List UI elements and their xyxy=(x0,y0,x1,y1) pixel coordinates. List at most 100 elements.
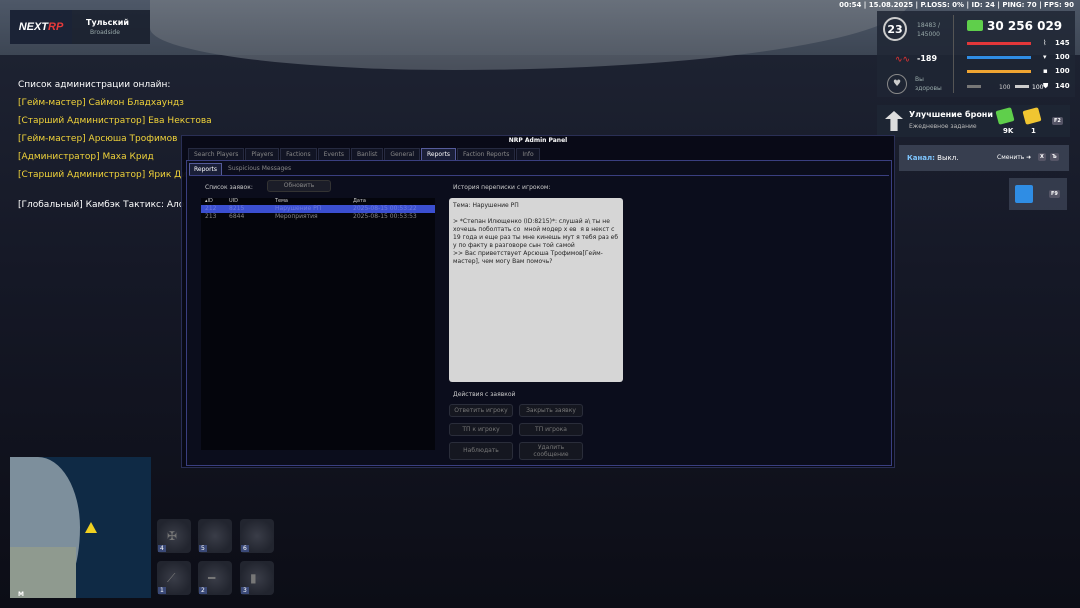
thirst-bar xyxy=(967,56,1031,59)
server-city: Тульский Broadside xyxy=(72,18,129,36)
slot-number: 1 xyxy=(158,587,166,594)
health-line-1: Вы xyxy=(915,76,924,83)
reports-table: ▴ID UID Тема Дата 212 8215 Нарушение РП … xyxy=(201,198,435,450)
upgrade-arrow-icon xyxy=(885,111,903,131)
player-hud: 23 18483 / 145000 30 256 029 ∿∿ -189 ♥ Вы… xyxy=(877,11,1075,97)
cell-id: 213 xyxy=(205,213,217,220)
tp-player-button[interactable]: ТП игрока xyxy=(519,423,583,436)
health-line-2: здоровы xyxy=(915,85,942,92)
money-reward-icon xyxy=(995,107,1015,125)
drink-icon: ▾ xyxy=(1043,53,1047,61)
money-reward: 9K xyxy=(1003,127,1014,135)
health-value: 145 xyxy=(1055,39,1070,47)
col-uid[interactable]: UID xyxy=(229,198,275,205)
admin-list-header: Список администрации онлайн: xyxy=(18,80,171,90)
admin-panel-window: NRP Admin Panel Search Players Players F… xyxy=(181,135,895,468)
reports-tab-content: Reports Suspicious Messages Список заяво… xyxy=(186,160,892,466)
admin-item: [Гейм-мастер] Саймон Бладхаундз xyxy=(18,98,184,108)
city-name: Тульский xyxy=(86,18,129,27)
tp-to-player-button[interactable]: ТП к игроку xyxy=(449,423,513,436)
inventory-slot[interactable]: ✠ 4 xyxy=(157,519,191,553)
hard-sign-key-hint: Ъ xyxy=(1050,153,1059,161)
server-logo: NEXT RP Тульский Broadside xyxy=(10,10,150,44)
pulse-icon: ⌇ xyxy=(1043,39,1047,47)
district-name: Broadside xyxy=(90,29,120,36)
inventory-slot[interactable]: ▮ 3 xyxy=(240,561,274,595)
cell-topic: Нарушение РП xyxy=(275,205,322,212)
admin-panel-title: NRP Admin Panel xyxy=(508,137,568,144)
slot-number: 3 xyxy=(241,587,249,594)
channel-value: Выкл. xyxy=(937,154,959,162)
channel-label: Канал: Выкл. xyxy=(907,154,958,162)
rifle-icon: ━ xyxy=(208,571,216,585)
health-status: Вы здоровы xyxy=(915,75,942,93)
inventory-slot[interactable]: ━ 2 xyxy=(198,561,232,595)
admin-item: [Старший Администратор] Ева Некстова xyxy=(18,116,212,126)
brand-a: NEXT xyxy=(18,21,49,33)
inventory-slot[interactable]: ⟋ 1 xyxy=(157,561,191,595)
heart-icon: ♥ xyxy=(887,74,907,94)
item-icon: ✠ xyxy=(167,529,178,543)
exp-value: 18483 / xyxy=(917,22,941,29)
health-bar xyxy=(967,42,1031,45)
cell-date: 2025-08-15 00:53:53 xyxy=(353,213,417,220)
x-key-hint: X xyxy=(1038,153,1046,161)
armor-quest-widget[interactable]: Улучшение брони Ежедневное задание 9K 1 … xyxy=(877,105,1070,137)
exp-total: 145000 xyxy=(917,31,940,38)
inventory-slot[interactable]: 5 xyxy=(198,519,232,553)
col-date[interactable]: Дата xyxy=(353,198,433,205)
channel-label-text: Канал: xyxy=(907,154,935,162)
level-badge: 23 xyxy=(883,17,907,41)
delete-message-button[interactable]: Удалить сообщение xyxy=(519,442,583,460)
armor-quest-subtitle: Ежедневное задание xyxy=(909,123,977,130)
close-report-button[interactable]: Закрыть заявку xyxy=(519,404,583,417)
reputation-icon: ∿∿ xyxy=(895,55,911,65)
f2-key-hint: F2 xyxy=(1052,117,1063,125)
reputation-value: -189 xyxy=(917,54,938,63)
cell-date: 2025-08-15 00:53:22 xyxy=(353,205,417,212)
cell-topic: Мероприятия xyxy=(275,213,318,220)
ammo-icon: ▮ xyxy=(250,571,257,585)
stamina-value: 100 xyxy=(999,84,1011,91)
exp-counter: 18483 / 145000 xyxy=(917,21,940,39)
brand-b: RP xyxy=(48,21,64,33)
armor-bar xyxy=(1015,85,1029,88)
inventory-slot[interactable]: 6 xyxy=(240,519,274,553)
reports-content: Список заявок: Обновить ▴ID UID Тема Дат… xyxy=(189,175,889,463)
thirst-value: 100 xyxy=(1055,53,1070,61)
answer-player-button[interactable]: Ответить игроку xyxy=(449,404,513,417)
f9-key-hint: F9 xyxy=(1049,190,1060,198)
spectate-button[interactable]: Наблюдать xyxy=(449,442,513,460)
shield-icon: ⛊ xyxy=(1043,82,1049,90)
history-label: История переписки с игроком: xyxy=(453,184,551,191)
channel-change-label: Сменить ➜ xyxy=(997,154,1032,161)
slot-number: 4 xyxy=(158,545,166,552)
actions-label: Действия с заявкой xyxy=(453,391,516,398)
food-bar xyxy=(967,70,1031,73)
hud-divider xyxy=(953,15,954,93)
cash-icon xyxy=(967,20,983,31)
cell-uid: 8215 xyxy=(229,205,245,212)
refresh-button[interactable]: Обновить xyxy=(267,180,331,192)
col-topic[interactable]: Тема xyxy=(275,198,353,205)
slot-number: 6 xyxy=(241,545,249,552)
stamina-bar xyxy=(967,85,981,88)
col-id[interactable]: ▴ID xyxy=(205,198,229,205)
armor-value: 100 xyxy=(1032,84,1044,91)
chat-history-box[interactable]: Тема: Нарушение РП > *Степан Илющенко (I… xyxy=(449,198,623,382)
food-value: 100 xyxy=(1055,67,1070,75)
brand-logo: NEXT RP xyxy=(10,10,72,44)
coin-reward: 1 xyxy=(1031,127,1036,135)
table-row[interactable]: 213 6844 Мероприятия 2025-08-15 00:53:53 xyxy=(201,213,435,221)
slot-number: 2 xyxy=(199,587,207,594)
col-id-label: ID xyxy=(207,198,213,204)
minimap[interactable] xyxy=(10,457,151,598)
status-topbar: 00:54 | 15.08.2025 | P.LOSS: 0% | ID: 24… xyxy=(839,1,1074,9)
cell-id: 212 xyxy=(205,205,217,212)
reports-list-label: Список заявок: xyxy=(205,184,253,191)
voice-channel-widget[interactable]: Канал: Выкл. Сменить ➜ X Ъ xyxy=(899,145,1069,171)
table-row[interactable]: 212 8215 Нарушение РП 2025-08-15 00:53:2… xyxy=(201,205,435,213)
calendar-widget[interactable]: F9 xyxy=(1009,178,1067,210)
coin-reward-icon xyxy=(1022,107,1042,125)
weapon-icon: ⟋ xyxy=(167,571,176,585)
